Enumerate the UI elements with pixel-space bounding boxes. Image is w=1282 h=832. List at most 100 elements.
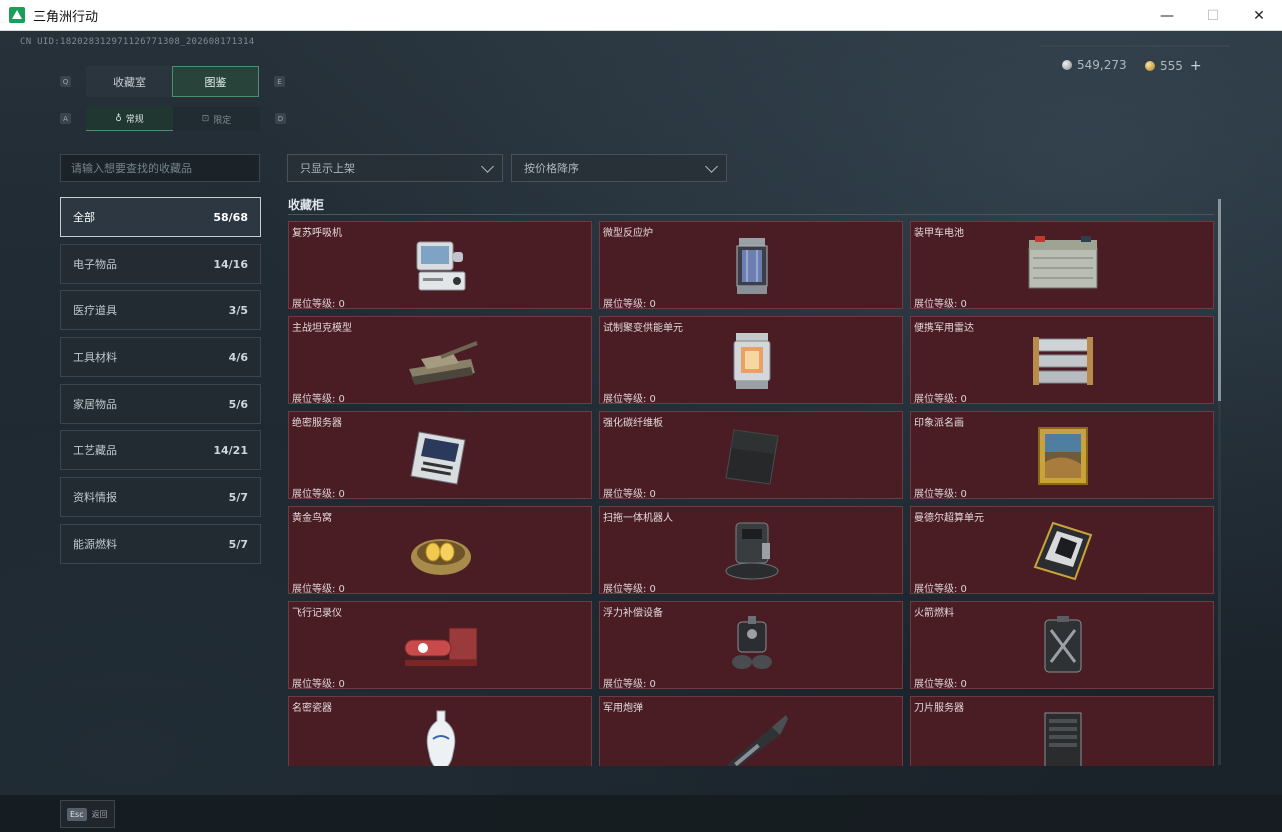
display-level: 展位等级: 0 bbox=[292, 679, 345, 690]
back-button[interactable]: Esc 返回 bbox=[60, 800, 115, 828]
category-household[interactable]: 家居物品 5/6 bbox=[60, 384, 261, 424]
search-input[interactable]: 请输入想要查找的收藏品 bbox=[60, 154, 260, 182]
display-level: 展位等级: 0 bbox=[914, 299, 967, 310]
cabinet-grid: 复苏呼吸机 展位等级: 0 微型反应炉 展位等级: 0 装甲车电池 展位等级: 0 主战坦克… bbox=[288, 221, 1214, 766]
reactor-icon bbox=[712, 234, 792, 298]
item-name: 强化碳纤维板 bbox=[603, 418, 663, 429]
header-divider bbox=[1040, 45, 1230, 47]
display-level: 展位等级: 0 bbox=[914, 489, 967, 500]
category-count: 14/16 bbox=[213, 257, 248, 271]
buoyancy-device-icon bbox=[712, 614, 792, 678]
chevron-down-icon bbox=[705, 160, 718, 173]
collection-card[interactable]: 强化碳纤维板 展位等级: 0 bbox=[599, 411, 903, 500]
collection-card[interactable]: 主战坦克模型 展位等级: 0 bbox=[288, 316, 592, 405]
close-button[interactable]: ✕ bbox=[1236, 0, 1282, 31]
tab-prev-key: Q bbox=[60, 76, 71, 87]
item-name: 复苏呼吸机 bbox=[292, 228, 342, 239]
subtab-regular[interactable]: ♁ 常规 bbox=[86, 107, 173, 131]
collection-card[interactable]: 试制聚变供能单元 展位等级: 0 bbox=[599, 316, 903, 405]
category-count: 5/7 bbox=[228, 537, 248, 551]
collection-card[interactable]: 名密瓷器展位等级: 0 bbox=[288, 696, 592, 766]
collection-card[interactable]: 装甲车电池 展位等级: 0 bbox=[910, 221, 1214, 310]
category-all[interactable]: 全部 58/68 bbox=[60, 197, 261, 237]
category-count: 3/5 bbox=[228, 303, 248, 317]
silver-amount: 549,273 bbox=[1077, 58, 1127, 72]
category-medical[interactable]: 医疗道具 3/5 bbox=[60, 290, 261, 330]
sort-value: 按价格降序 bbox=[524, 162, 579, 175]
subtab-limited-label: 限定 bbox=[213, 115, 232, 126]
game-viewport: CN UID:1820283129711267713­08_2026081713… bbox=[0, 31, 1282, 832]
display-level: 展位等级: 0 bbox=[292, 584, 345, 595]
gold-currency: 555 + bbox=[1145, 58, 1202, 74]
collection-card[interactable]: 曼德尔超算单元 展位等级: 0 bbox=[910, 506, 1214, 595]
collection-card[interactable]: 刀片服务器展位等级: 0 bbox=[910, 696, 1214, 766]
category-label: 电子物品 bbox=[73, 258, 117, 271]
shell-icon bbox=[712, 709, 792, 766]
fusion-unit-icon bbox=[712, 329, 792, 393]
category-count: 58/68 bbox=[213, 210, 248, 224]
scrollbar-thumb[interactable] bbox=[1218, 199, 1221, 401]
collection-card[interactable]: 扫拖一体机器人 展位等级: 0 bbox=[599, 506, 903, 595]
category-count: 4/6 bbox=[228, 350, 248, 364]
category-label: 工艺藏品 bbox=[73, 444, 117, 457]
collection-card[interactable]: 火箭燃料 展位等级: 0 bbox=[910, 601, 1214, 690]
display-level: 展位等级: 0 bbox=[914, 394, 967, 405]
silver-coin-icon bbox=[1062, 60, 1072, 70]
item-name: 绝密服务器 bbox=[292, 418, 342, 429]
item-name: 刀片服务器 bbox=[914, 703, 964, 714]
display-filter-dropdown[interactable]: 只显示上架 bbox=[287, 154, 503, 182]
cabinet-divider bbox=[288, 214, 1214, 215]
collection-card[interactable]: 复苏呼吸机展位等级: 0 bbox=[288, 221, 592, 310]
supercomputer-icon bbox=[1023, 519, 1103, 583]
ventilator-icon bbox=[401, 234, 481, 298]
silver-currency: 549,273 bbox=[1062, 58, 1127, 72]
cabinet-title: 收藏柜 bbox=[288, 198, 325, 212]
category-count: 5/7 bbox=[228, 490, 248, 504]
radar-icon bbox=[1023, 329, 1103, 393]
collection-card[interactable]: 印象派名画 展位等级: 0 bbox=[910, 411, 1214, 500]
gold-amount: 555 bbox=[1160, 59, 1183, 73]
collection-card[interactable]: 微型反应炉 展位等级: 0 bbox=[599, 221, 903, 310]
tab-collection-room[interactable]: 收藏室 bbox=[86, 66, 173, 97]
category-tools[interactable]: 工具材料 4/6 bbox=[60, 337, 261, 377]
category-label: 医疗道具 bbox=[73, 304, 117, 317]
subtab-regular-label: 常规 bbox=[125, 115, 144, 125]
esc-key-hint: Esc bbox=[67, 807, 87, 821]
category-label: 家居物品 bbox=[73, 398, 117, 411]
collection-card[interactable]: 黄金鸟窝 展位等级: 0 bbox=[288, 506, 592, 595]
tab-next-key: E bbox=[274, 76, 285, 87]
bottom-bar: Esc 返回 bbox=[0, 795, 1282, 832]
porcelain-icon bbox=[401, 709, 481, 766]
maximize-button[interactable]: ☐ bbox=[1190, 0, 1236, 31]
category-electronics[interactable]: 电子物品 14/16 bbox=[60, 244, 261, 284]
sort-dropdown[interactable]: 按价格降序 bbox=[511, 154, 727, 182]
collection-card[interactable]: 军用炮弹展位等级: 0 bbox=[599, 696, 903, 766]
category-count: 5/6 bbox=[228, 397, 248, 411]
robot-vacuum-icon bbox=[712, 519, 792, 583]
collection-card[interactable]: 绝密服务器 展位等级: 0 bbox=[288, 411, 592, 500]
item-name: 军用炮弹 bbox=[603, 703, 643, 714]
category-intel[interactable]: 资料情报 5/7 bbox=[60, 477, 261, 517]
app-logo-icon bbox=[9, 7, 25, 23]
category-label: 全部 bbox=[73, 211, 95, 224]
chevron-down-icon bbox=[481, 160, 494, 173]
display-level: 展位等级: 0 bbox=[603, 489, 656, 500]
item-name: 主战坦克模型 bbox=[292, 323, 352, 334]
item-name: 便携军用雷达 bbox=[914, 323, 974, 334]
collection-card[interactable]: 浮力补偿设备 展位等级: 0 bbox=[599, 601, 903, 690]
collection-card[interactable]: 便携军用雷达 展位等级: 0 bbox=[910, 316, 1214, 405]
category-energy[interactable]: 能源燃料 5/7 bbox=[60, 524, 261, 564]
subtab-limited[interactable]: ⊡ 限定 bbox=[173, 107, 260, 131]
tank-icon bbox=[401, 329, 481, 393]
minimize-button[interactable]: — bbox=[1144, 0, 1190, 31]
blade-server-icon bbox=[1023, 709, 1103, 766]
item-name: 扫拖一体机器人 bbox=[603, 513, 673, 524]
tab-catalog[interactable]: 图鉴 bbox=[172, 66, 259, 97]
category-crafts[interactable]: 工艺藏品 14/21 bbox=[60, 430, 261, 470]
display-level: 展位等级: 0 bbox=[292, 299, 345, 310]
item-name: 微型反应炉 bbox=[603, 228, 653, 239]
add-currency-button[interactable]: + bbox=[1190, 58, 1202, 74]
item-name: 浮力补偿设备 bbox=[603, 608, 663, 619]
item-name: 名密瓷器 bbox=[292, 703, 332, 714]
collection-card[interactable]: 飞行记录仪 展位等级: 0 bbox=[288, 601, 592, 690]
